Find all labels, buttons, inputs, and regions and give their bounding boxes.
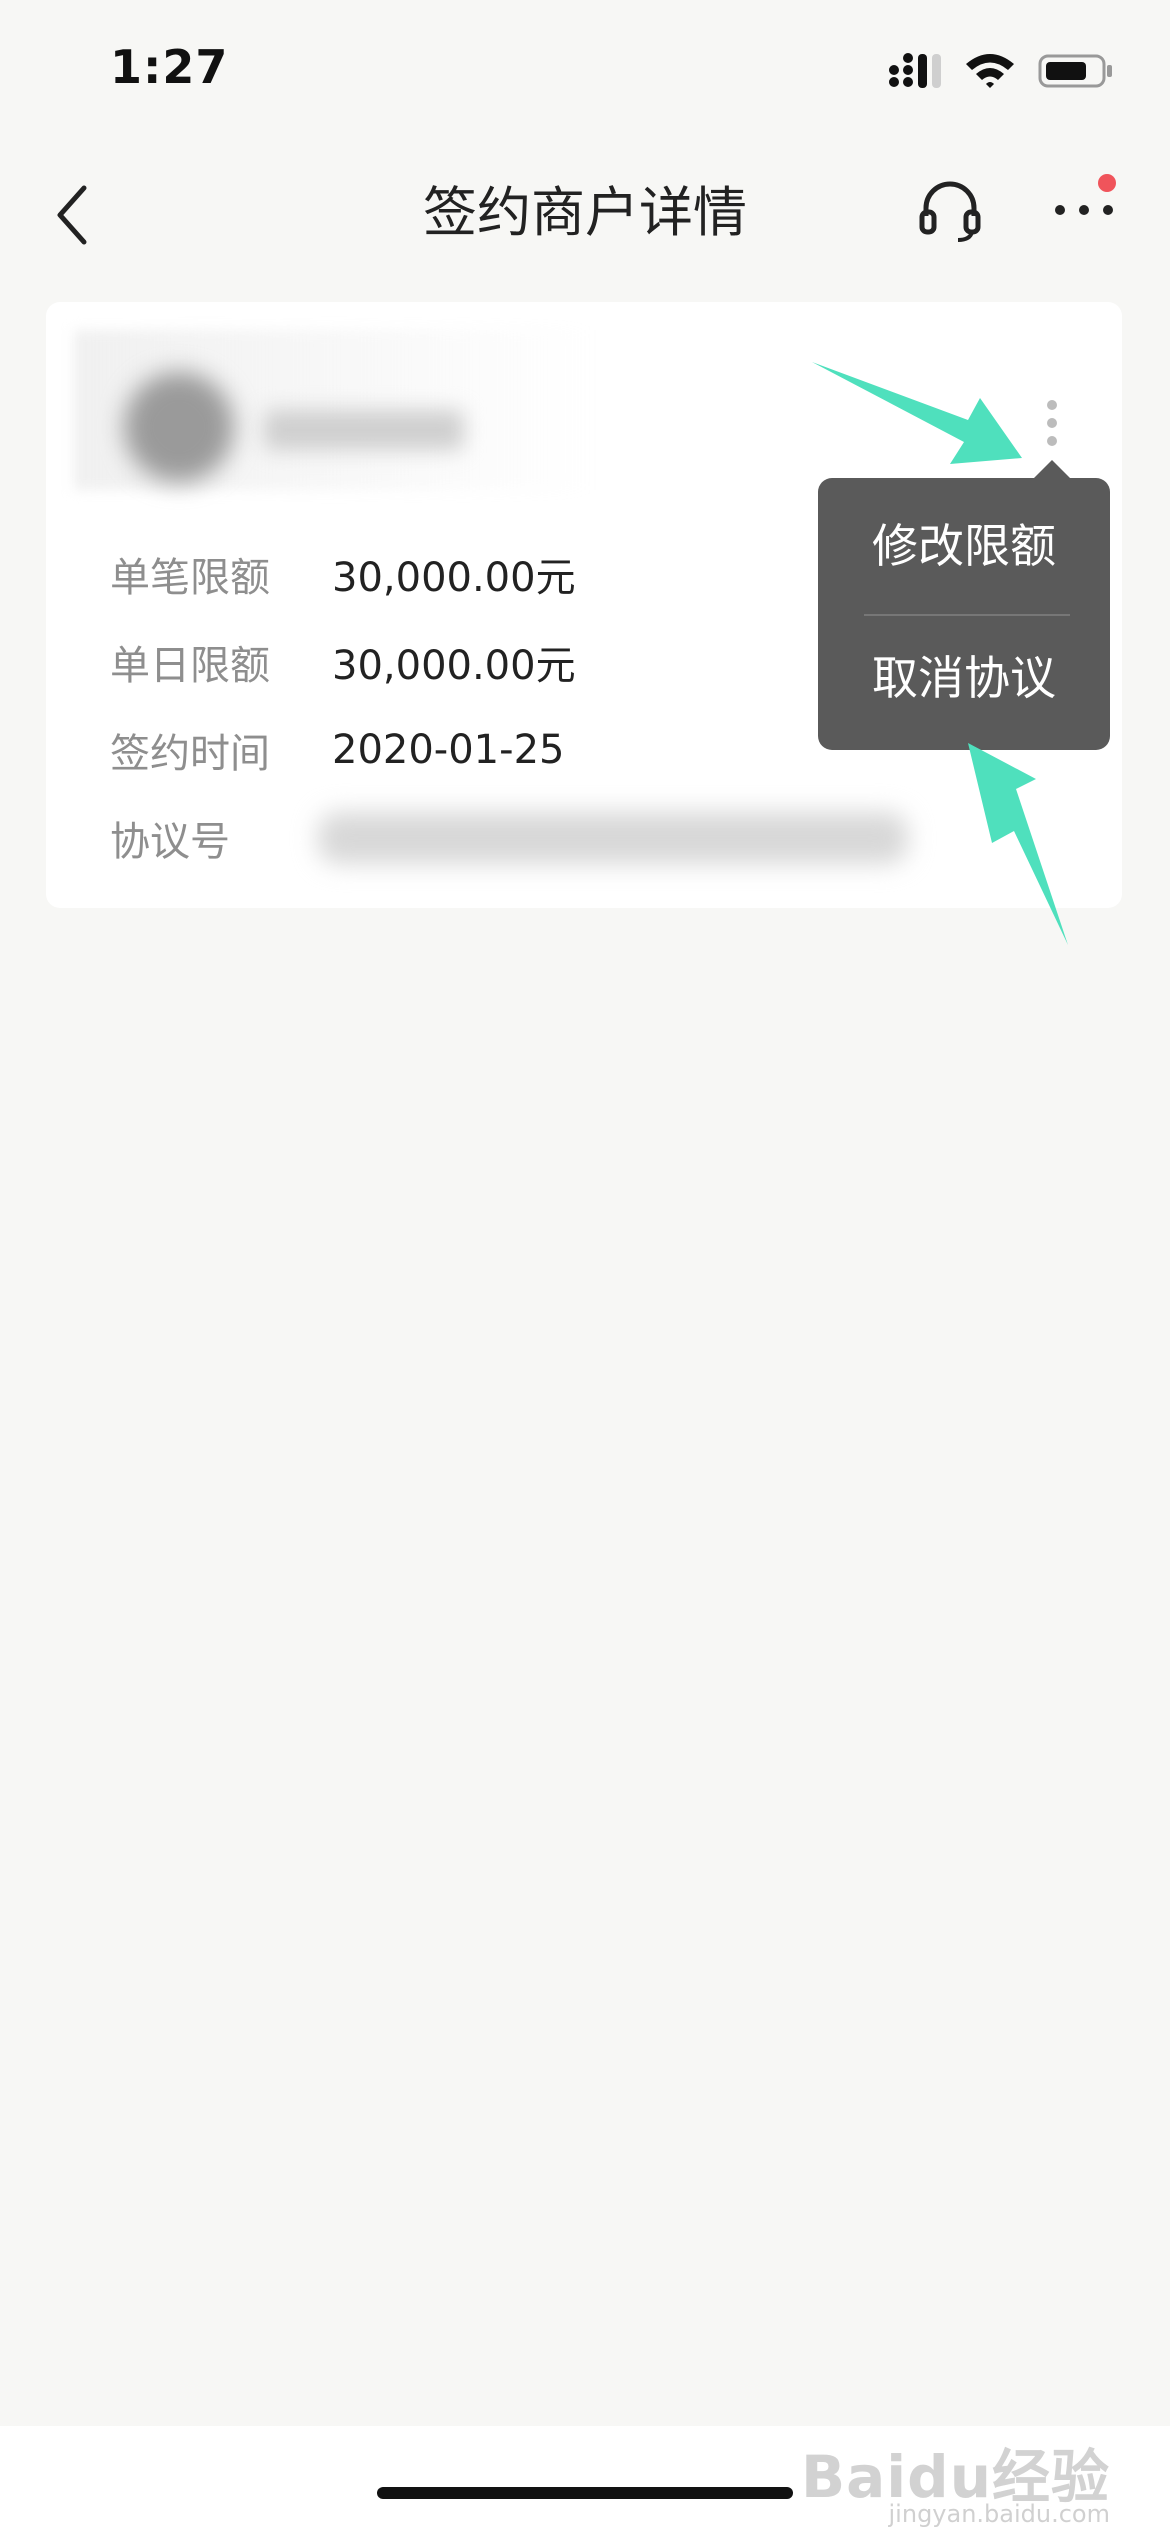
options-popover-menu: 修改限额 取消协议 [818,460,1110,750]
annotation-arrow-to-kebab [812,362,1022,464]
headset-icon[interactable] [918,178,982,242]
cellular-signal-icon [889,53,941,88]
menu-item-cancel-agreement[interactable]: 取消协议 [818,610,1110,740]
detail-row-daily-limit: 单日限额 30,000.00元 [110,618,908,706]
detail-list: 单笔限额 30,000.00元 单日限额 30,000.00元 签约时间 202… [110,530,908,882]
detail-row-agreement-no: 协议号 [110,794,908,882]
status-time: 1:27 [110,40,229,94]
merchant-name-blurred [264,410,464,450]
merchant-avatar-blurred [124,372,234,482]
status-bar: 1:27 [0,0,1170,140]
detail-row-single-limit: 单笔限额 30,000.00元 [110,530,908,618]
status-icons [888,52,1114,90]
notification-dot [1098,174,1116,192]
detail-label: 协议号 [110,819,230,865]
menu-item-modify-limit[interactable]: 修改限额 [818,478,1110,608]
home-indicator[interactable] [377,2487,793,2499]
ellipsis-icon [1055,205,1113,215]
more-button[interactable] [1052,174,1116,222]
detail-label: 单日限额 [110,643,270,689]
annotation-arrow-to-cancel [968,743,1068,945]
detail-label: 单笔限额 [110,555,270,601]
wifi-icon [966,54,1014,88]
agreement-number-blurred [318,812,908,864]
page-title: 签约商户详情 [423,181,747,244]
watermark-site: jingyan.baidu.com [888,2500,1110,2528]
options-kebab-icon[interactable] [1042,400,1062,456]
detail-value: 2020-01-25 [332,727,565,773]
watermark: Baidu经验 jingyan.baidu.com [801,2430,1110,2528]
detail-row-sign-time: 签约时间 2020-01-25 [110,706,908,794]
battery-icon [1038,54,1112,88]
detail-value: 30,000.00元 [332,555,576,601]
merchant-header [74,330,594,490]
detail-label: 签约时间 [110,731,270,777]
detail-value: 30,000.00元 [332,643,576,689]
nav-bar: 签约商户详情 [0,140,1170,280]
